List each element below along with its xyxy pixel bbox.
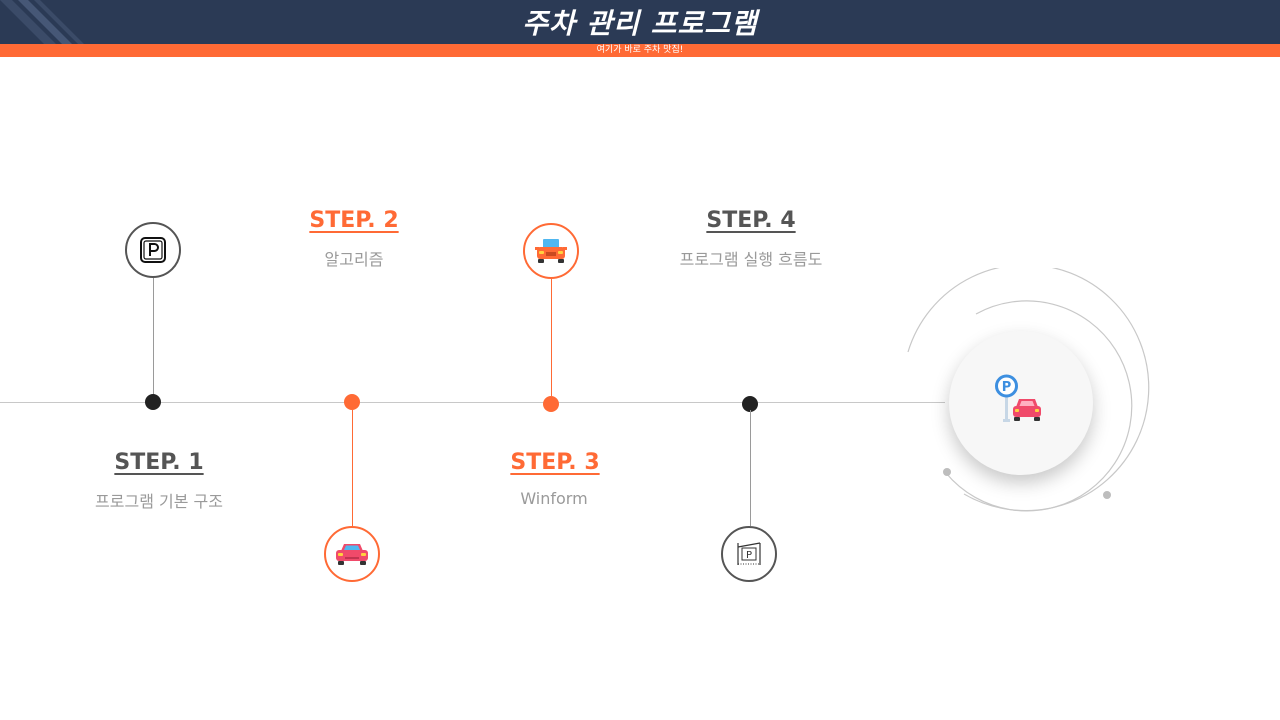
step3-icon-circle [523,223,579,279]
step4-title: STEP. 4 [706,208,796,233]
svg-text:P: P [746,550,752,561]
step2-title: STEP. 2 [309,208,399,233]
step2-icon-circle [324,526,380,582]
step2-dot [344,394,360,410]
svg-text:P: P [1002,380,1012,395]
step4-connector [750,410,751,526]
parking-lot-icon: P [737,542,761,565]
step2-subtitle: 알고리즘 [324,250,384,269]
step1-subtitle: 프로그램 기본 구조 [95,492,223,511]
subtitle-bar: 여기가 바로 주차 맛집! [0,44,1280,57]
step4-subtitle: 프로그램 실행 흐름도 [679,250,823,269]
center-circle: P [949,331,1093,475]
car-icon [336,544,368,565]
parking-sign-icon [140,237,166,263]
page-title: 주차 관리 프로그램 [522,7,758,40]
step2-connector [352,410,353,526]
step3-connector [551,279,552,396]
step1-title: STEP. 1 [114,450,204,475]
step3-dot [543,396,559,412]
page-subtitle: 여기가 바로 주차 맛집! [596,45,684,55]
step1-icon-circle [125,222,181,278]
step3-subtitle: Winform [520,489,588,508]
step1-connector [153,278,154,402]
step3-title: STEP. 3 [510,450,600,475]
timeline-line [0,402,945,403]
header-bar: 주차 관리 프로그램 [0,0,1280,44]
car-front-icon [535,239,567,263]
step4-icon-circle: P [721,526,777,582]
step1-dot [145,394,161,410]
parking-car-icon: P [995,374,1041,422]
